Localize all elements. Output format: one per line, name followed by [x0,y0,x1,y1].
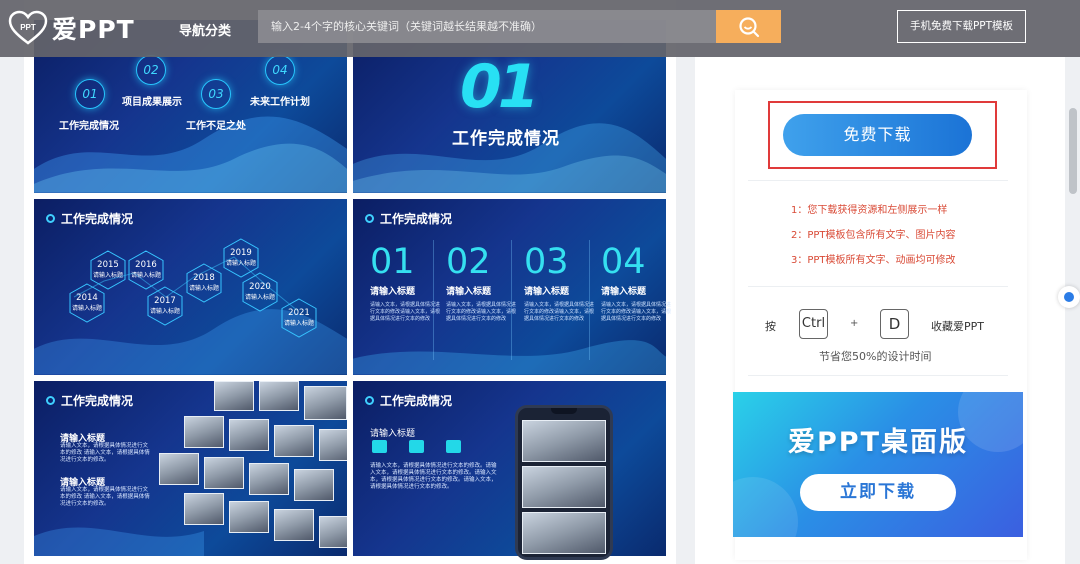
timeline-year-2014: 2014 请输入标题 [71,293,102,312]
agenda-num-02: 02 [136,55,166,85]
download-now-button[interactable]: 立即下载 [800,474,956,511]
collage-photo [159,453,199,485]
link-icon [446,440,461,453]
column-02: 02 请输入标题 请输入文本，请根据具体情况进行文本的修改请输入文本，请根据具体… [446,242,517,322]
timeline-year-2020: 2020 请输入标题 [244,282,275,301]
note-2: 2：PPT模板包含所有文字、图片内容 [791,230,956,241]
agenda-label-02: 项目成果展示 [122,97,182,108]
top-navigation-bar: PPT 爱PPT 导航分类 输入2-4个字的核心关键词（关键词越长结果越不准确）… [0,0,1080,57]
timeline-year-2017: 2017 请输入标题 [149,296,180,315]
collage-photo [274,425,314,457]
agenda-num-04: 04 [265,55,295,85]
plus-sign: + [850,318,859,329]
search-button[interactable] [716,10,781,43]
collage-photo [319,429,347,461]
phone-photo [522,466,606,508]
search-input[interactable]: 输入2-4个字的核心关键词（关键词越长结果越不准确） [258,10,716,43]
banner-decoration [733,392,1023,537]
bookmark-shortcut: 按 Ctrl + D 收藏爱PPT [765,309,1005,341]
phone-mockup [515,405,613,560]
agenda-label-03: 工作不足之处 [186,121,246,132]
floating-assistant-icon[interactable] [1058,286,1080,308]
title-dot-icon [365,396,374,405]
agenda-label-01: 工作完成情况 [59,121,119,132]
logo-text: 爱PPT [52,15,135,44]
phone-slide-subtitle: 请输入标题 [370,429,416,439]
divider [748,180,1008,181]
block-text-2: 请输入文本，请根据具体情况进行文本的修改 请输入文本，请根据具体情况进行文本的修… [60,487,150,507]
press-label: 按 [765,320,776,333]
timeline-year-2016: 2016 请输入标题 [130,260,161,279]
collage-photo [274,509,314,541]
timeline-year-2019: 2019 请输入标题 [225,248,256,267]
block-text-1: 请输入文本，请根据具体情况进行文本的修改 请输入文本，请根据具体情况进行文本的修… [60,443,150,463]
collage-photo [214,381,254,411]
note-1: 1：您下载获得资源和左侧展示一样 [791,205,948,216]
column-04: 04 请输入标题 请输入文本，请根据具体情况进行文本的修改请输入文本，请根据具体… [601,242,672,322]
collage-photo [229,501,269,533]
scrollbar-thumb[interactable] [1069,108,1077,194]
slide-title: 工作完成情况 [46,392,133,409]
nav-category-link[interactable]: 导航分类 [179,20,231,39]
phone-photo [522,420,606,462]
agenda-label-04: 未来工作计划 [250,97,310,108]
phone-slide-text: 请输入文本，请根据具体情况进行文本的修改。请输入文本，请根据具体情况进行文本的修… [370,463,497,490]
note-3: 3：PPT模板所有文字、动画均可修改 [791,255,956,266]
title-dot-icon [46,396,55,405]
collage-photo [184,416,224,448]
title-dot-icon [365,214,374,223]
collage-photo [249,463,289,495]
section-number: 01 [460,52,539,122]
timeline-year-2018: 2018 请输入标题 [188,273,219,292]
save-time-text: 节省您50%的设计时间 [819,350,932,363]
slide-title: 工作完成情况 [365,210,452,227]
divider [748,286,1008,287]
ctrl-key: Ctrl [799,309,828,339]
bookmark-label: 收藏爱PPT [931,320,984,333]
phone-photo [522,512,606,554]
recycle-icon [372,440,387,453]
slide-title: 工作完成情况 [46,210,133,227]
phone-notch [551,408,577,414]
banner-title: 爱PPT桌面版 [788,427,968,458]
collage-photo [294,469,334,501]
collage-photo [229,419,269,451]
collage-photo [319,516,347,548]
d-key: D [880,309,909,339]
search-icon [738,16,759,37]
timeline-year-2021: 2021 请输入标题 [283,308,314,327]
clock-icon [409,440,424,453]
collage-photo [184,493,224,525]
title-dot-icon [46,214,55,223]
desktop-app-banner[interactable]: 爱PPT桌面版 立即下载 [733,392,1023,537]
slide-title: 工作完成情况 [365,392,452,409]
collage-photo [259,381,299,411]
column-03: 03 请输入标题 请输入文本，请根据具体情况进行文本的修改请输入文本，请根据具体… [524,242,595,322]
collage-photo [204,457,244,489]
site-logo[interactable]: PPT 爱PPT [8,10,135,46]
free-download-button[interactable]: 免费下载 [783,114,972,156]
collage-photo [304,386,347,420]
divider [748,375,1008,376]
section-title: 工作完成情况 [452,129,560,149]
heart-logo-icon: PPT [8,10,48,45]
agenda-num-03: 03 [201,79,231,109]
svg-text:PPT: PPT [20,23,36,32]
mobile-download-button[interactable]: 手机免费下载PPT模板 [897,10,1026,43]
column-01: 01 请输入标题 请输入文本，请根据具体情况进行文本的修改请输入文本，请根据具体… [370,242,441,322]
agenda-num-01: 01 [75,79,105,109]
